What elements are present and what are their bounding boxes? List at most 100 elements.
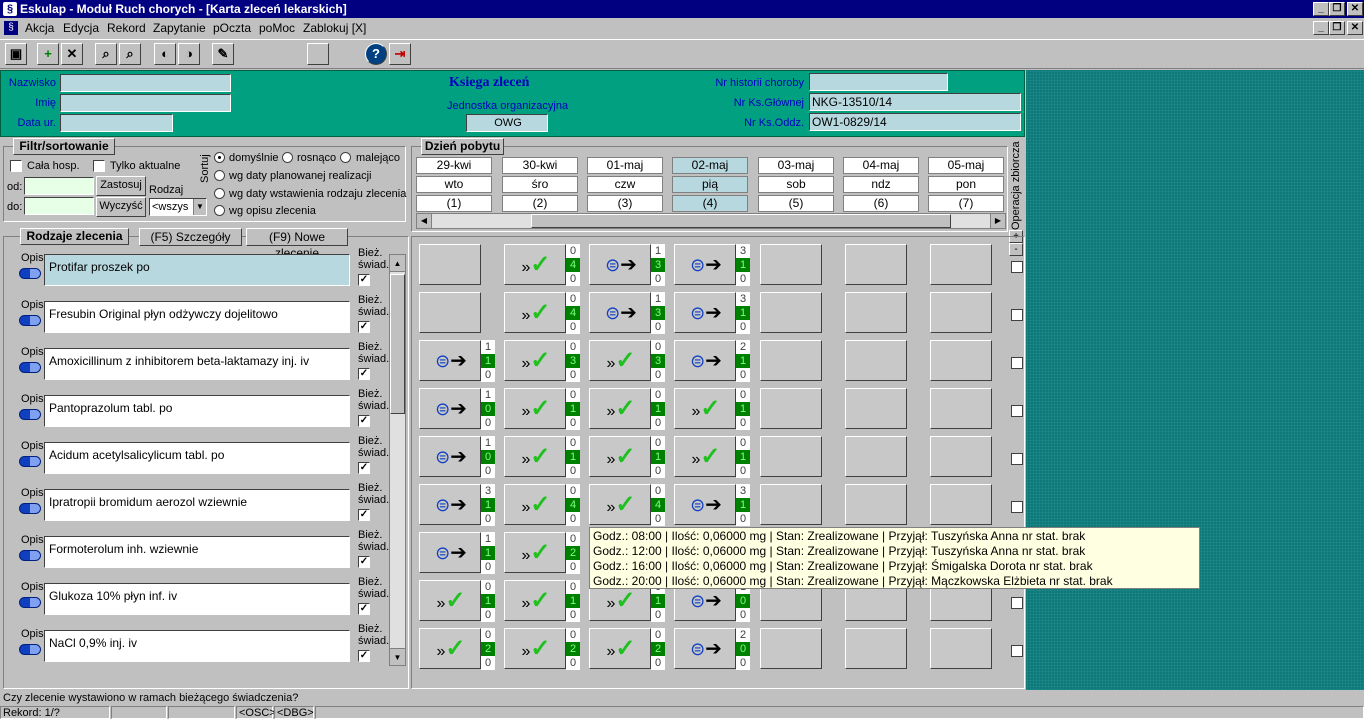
sort-planowanej-radio[interactable] [214, 170, 225, 181]
operacja-row-checkbox[interactable] [1011, 309, 1023, 321]
doc-close-icon[interactable]: ✕ [1347, 21, 1363, 35]
schedule-cell[interactable] [930, 436, 992, 477]
doc-restore-icon[interactable]: ❐ [1329, 21, 1345, 35]
zastosuj-button[interactable]: Zastosuj [96, 176, 146, 196]
edit-icon[interactable]: ✎ [212, 43, 234, 65]
doc-minimize-icon[interactable]: _ [1313, 21, 1329, 35]
schedule-cell[interactable] [930, 484, 992, 525]
do-input[interactable] [24, 197, 94, 215]
data-ur-field[interactable] [60, 114, 173, 132]
minimize-icon[interactable]: _ [1313, 2, 1329, 16]
menu-pomoc[interactable]: poMoc [259, 19, 295, 38]
schedule-cell[interactable] [419, 292, 481, 333]
biez-swiad-checkbox[interactable]: ✓ [358, 509, 370, 521]
biez-swiad-checkbox[interactable]: ✓ [358, 274, 370, 286]
orders-scroll-thumb[interactable] [390, 274, 405, 414]
schedule-cell[interactable]: ⊜➔ [674, 292, 736, 333]
schedule-cell[interactable] [760, 340, 822, 381]
schedule-cell[interactable]: »✓ [589, 340, 651, 381]
nr-historii-field[interactable] [809, 73, 948, 91]
day-column[interactable]: 03-maj sob (5) [758, 157, 834, 214]
nr-ks-oddz-field[interactable]: OW1-0829/14 [809, 113, 1021, 131]
sort-malejaco-radio[interactable] [340, 152, 351, 163]
schedule-cell[interactable] [760, 388, 822, 429]
schedule-cell[interactable]: ⊜➔ [674, 484, 736, 525]
operacja-row-checkbox[interactable] [1011, 597, 1023, 609]
operacja-row-checkbox[interactable] [1011, 453, 1023, 465]
menu-edycja[interactable]: Edycja [63, 19, 99, 38]
order-description[interactable]: Acidum acetylsalicylicum tabl. po [44, 442, 350, 474]
schedule-cell[interactable]: »✓ [674, 436, 736, 477]
scroll-down-icon[interactable]: ▼ [390, 648, 405, 665]
schedule-cell[interactable]: »✓ [504, 580, 566, 621]
order-description[interactable]: Fresubin Original płyn odżywczy dojelito… [44, 301, 350, 333]
imie-field[interactable] [60, 94, 231, 112]
menu-zablokuj[interactable]: Zablokuj [X] [303, 19, 366, 38]
chevron-down-icon[interactable]: ▼ [193, 199, 206, 215]
day-column[interactable]: 05-maj pon (7) [928, 157, 1004, 214]
operacja-row-checkbox[interactable] [1011, 405, 1023, 417]
save-icon[interactable]: ▣ [5, 43, 27, 65]
menu-zapytanie[interactable]: Zapytanie [153, 19, 206, 38]
menu-rekord[interactable]: Rekord [107, 19, 146, 38]
sort-rosnaco-radio[interactable] [282, 152, 293, 163]
close-icon[interactable]: ✕ [1347, 2, 1363, 16]
schedule-cell[interactable] [760, 436, 822, 477]
schedule-cell[interactable]: ⊜➔ [674, 244, 736, 285]
search-advanced-icon[interactable]: ⌕ [119, 43, 141, 65]
menu-poczta[interactable]: pOczta [213, 19, 251, 38]
schedule-cell[interactable] [930, 292, 992, 333]
next-icon[interactable]: ◑ [178, 43, 200, 65]
help-icon[interactable]: ? [365, 43, 387, 65]
schedule-cell[interactable]: »✓ [504, 628, 566, 669]
scroll-up-icon[interactable]: ▲ [390, 255, 405, 272]
biez-swiad-checkbox[interactable]: ✓ [358, 603, 370, 615]
schedule-cell[interactable] [930, 340, 992, 381]
sort-opisu-radio[interactable] [214, 205, 225, 216]
schedule-cell[interactable] [760, 628, 822, 669]
schedule-cell[interactable] [845, 244, 907, 285]
schedule-cell[interactable] [930, 244, 992, 285]
scroll-left-icon[interactable]: ◀ [417, 214, 432, 228]
day-column[interactable]: 30-kwi śro (2) [502, 157, 578, 214]
schedule-cell[interactable] [845, 340, 907, 381]
szczegoly-button[interactable]: (F5) Szczegóły [139, 228, 242, 246]
schedule-cell[interactable] [930, 388, 992, 429]
nr-ks-glownej-field[interactable]: NKG-13510/14 [809, 93, 1021, 111]
order-description[interactable]: Amoxicillinum z inhibitorem beta-laktama… [44, 348, 350, 380]
schedule-cell[interactable]: ⊜➔ [419, 340, 481, 381]
schedule-cell[interactable] [845, 628, 907, 669]
order-description[interactable]: Protifar proszek po [44, 254, 350, 286]
biez-swiad-checkbox[interactable]: ✓ [358, 462, 370, 474]
order-description[interactable]: Formoterolum inh. wziewnie [44, 536, 350, 568]
search-icon[interactable]: ⌕ [95, 43, 117, 65]
restore-icon[interactable]: ❐ [1329, 2, 1345, 16]
add-icon[interactable]: + [37, 43, 59, 65]
biez-swiad-checkbox[interactable]: ✓ [358, 556, 370, 568]
biez-swiad-checkbox[interactable]: ✓ [358, 415, 370, 427]
schedule-cell[interactable]: »✓ [504, 532, 566, 573]
tab-dzien-pobytu[interactable]: Dzień pobytu [421, 138, 504, 155]
tab-filtr-sortowanie[interactable]: Filtr/sortowanie [13, 138, 115, 155]
schedule-cell[interactable]: ⊜➔ [589, 292, 651, 333]
schedule-cell[interactable]: »✓ [589, 436, 651, 477]
nowe-zlecenie-button[interactable]: (F9) Nowe zlecenie [246, 228, 348, 260]
doc-icon[interactable]: § [4, 21, 18, 35]
day-column[interactable]: 01-maj czw (3) [587, 157, 663, 214]
schedule-cell[interactable]: »✓ [589, 388, 651, 429]
biez-swiad-checkbox[interactable]: ✓ [358, 368, 370, 380]
schedule-cell[interactable] [845, 292, 907, 333]
biez-swiad-checkbox[interactable]: ✓ [358, 650, 370, 662]
sort-domyslnie-radio[interactable] [214, 152, 225, 163]
blank-button[interactable] [307, 43, 329, 65]
schedule-cell[interactable]: »✓ [504, 484, 566, 525]
schedule-cell[interactable]: »✓ [504, 292, 566, 333]
day-column[interactable]: 04-maj ndz (6) [843, 157, 919, 214]
schedule-cell[interactable]: ⊜➔ [419, 436, 481, 477]
biez-swiad-checkbox[interactable]: ✓ [358, 321, 370, 333]
day-column[interactable]: 29-kwi wto (1) [416, 157, 492, 214]
tab-rodzaje-zlecenia[interactable]: Rodzaje zlecenia [20, 228, 129, 245]
delete-icon[interactable]: ✕ [61, 43, 83, 65]
operacja-row-checkbox[interactable] [1011, 261, 1023, 273]
day-scrollbar[interactable]: ◀ ▶ [416, 213, 1006, 229]
